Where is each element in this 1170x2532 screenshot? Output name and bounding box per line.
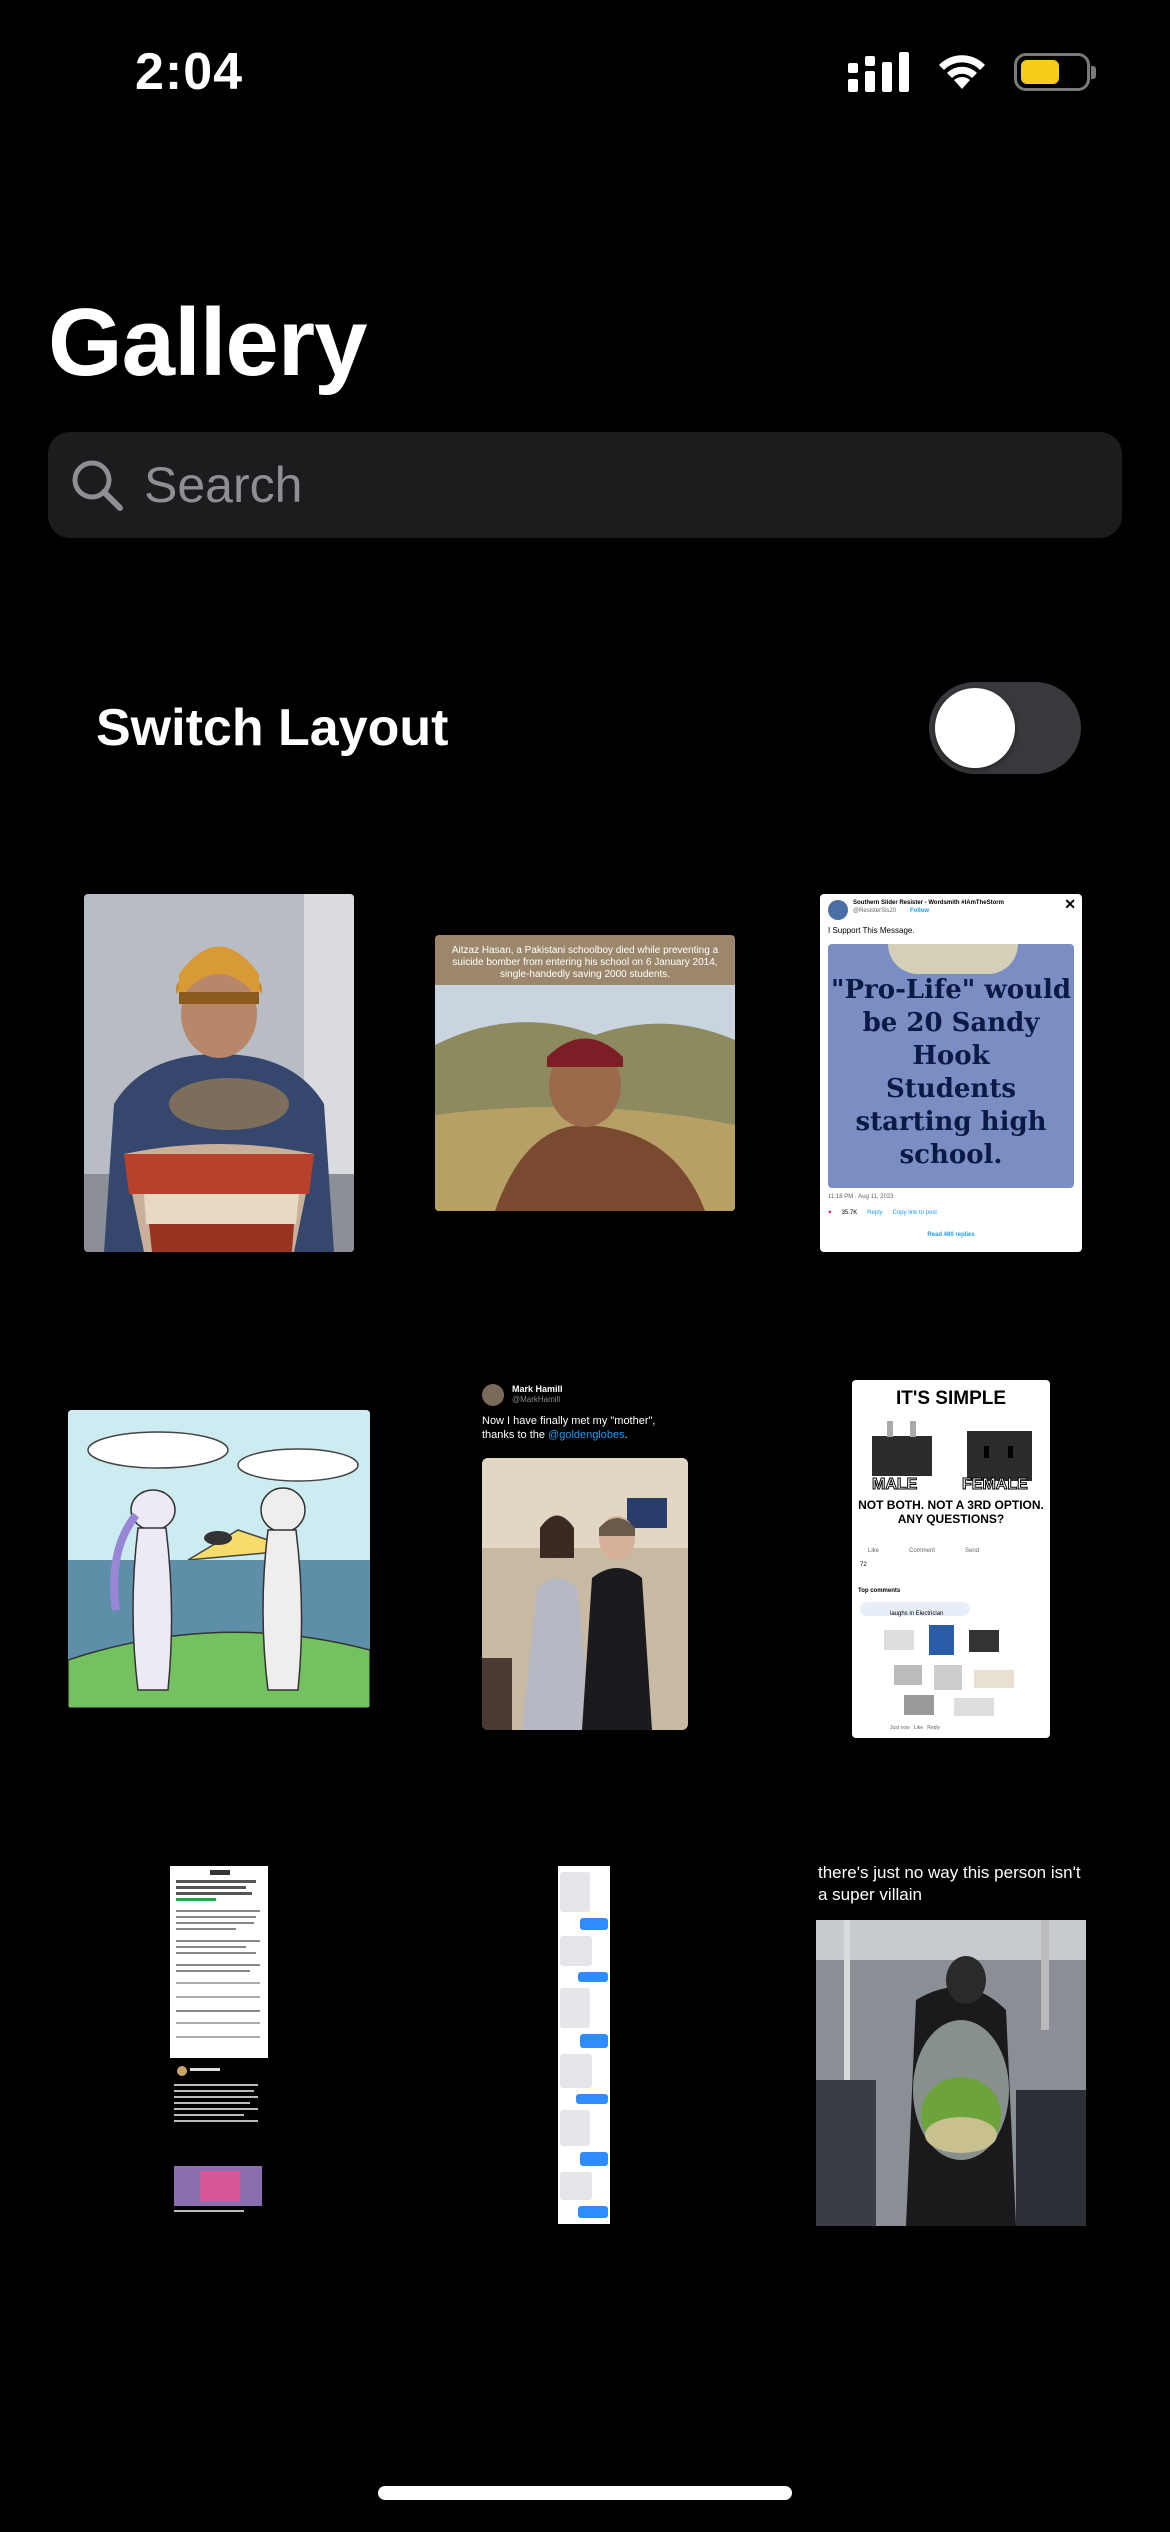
parts-image bbox=[884, 1625, 1014, 1716]
reactions-count: 72 bbox=[860, 1562, 867, 1568]
heart-icon[interactable]: ♥ bbox=[828, 1210, 832, 1216]
tweet-handle: @MarkHamill bbox=[512, 1395, 561, 1404]
shirt-line: starting high bbox=[855, 1107, 1047, 1137]
shirt-line: school. bbox=[899, 1140, 1003, 1170]
tweet-author: Mark Hamill bbox=[512, 1384, 563, 1394]
image-caption: there's just no way this person isn't a … bbox=[818, 1863, 1081, 1904]
meme-body: NOT BOTH. NOT A 3RD OPTION. ANY QUESTION… bbox=[858, 1498, 1044, 1526]
search-icon bbox=[72, 460, 123, 511]
avatar bbox=[828, 900, 848, 920]
tweet-text: I Support This Message. bbox=[828, 926, 915, 935]
top-comments-label: Top comments bbox=[858, 1588, 901, 1594]
meme-title: IT'S SIMPLE bbox=[895, 1388, 1007, 1409]
tweet-photo: "Pro-Life" would be 20 Sandy Hook Studen… bbox=[828, 944, 1074, 1188]
gallery-item-aquarium-backpack[interactable]: there's just no way this person isn't a … bbox=[816, 1860, 1086, 2226]
follow-link[interactable]: Follow bbox=[910, 908, 929, 914]
gallery-item-man-holding-cat[interactable] bbox=[84, 894, 354, 1252]
read-replies-button[interactable]: Read 480 replies bbox=[820, 1232, 1082, 1238]
mention-link[interactable]: @goldenglobes bbox=[548, 1429, 625, 1441]
send-button[interactable]: Send bbox=[965, 1548, 979, 1554]
copy-link-button[interactable]: Copy link to post bbox=[893, 1210, 937, 1216]
likes-count: 35.7K bbox=[841, 1210, 858, 1216]
status-bar: 2:04 bbox=[0, 0, 1170, 150]
battery-level-fill bbox=[1021, 60, 1059, 84]
tweet-text-end: . bbox=[624, 1429, 628, 1441]
gallery-item-comic-two-figures[interactable] bbox=[68, 1410, 370, 1708]
comment-button[interactable]: Comment bbox=[909, 1548, 935, 1554]
tweet-meta: 11:18 PM · Aug 11, 2023 bbox=[828, 1194, 894, 1200]
avatar bbox=[482, 1384, 504, 1406]
search-bar[interactable] bbox=[48, 432, 1122, 538]
switch-layout-row: Switch Layout bbox=[96, 680, 1081, 776]
thread-image bbox=[170, 1866, 268, 2222]
shirt-line: Students bbox=[886, 1074, 1016, 1104]
photo-image bbox=[84, 894, 354, 1252]
comment-reply: laughs in Electrician bbox=[860, 1602, 970, 1617]
switch-layout-toggle[interactable] bbox=[929, 682, 1081, 774]
gallery-item-aitzaz-hasan-meme[interactable]: Aitzaz Hasan, a Pakistani schoolboy died… bbox=[435, 935, 735, 1211]
gallery-item-chat-messages-screenshot[interactable] bbox=[558, 1866, 610, 2224]
photo-image bbox=[482, 1458, 688, 1730]
comic-image bbox=[68, 1410, 370, 1708]
photo-image bbox=[816, 1920, 1086, 2226]
reply-bubble-text: laughs in Electrician bbox=[890, 1611, 944, 1617]
like-button[interactable]: Like bbox=[868, 1548, 879, 1554]
gallery-item-mark-hamill-tweet[interactable]: Mark Hamill @MarkHamill Now I have final… bbox=[480, 1380, 690, 1730]
female-label: FEMALE bbox=[962, 1476, 1029, 1494]
gallery-item-pro-life-shirt-tweet[interactable]: Southern Slider Resister - Wordsmith #IA… bbox=[820, 894, 1082, 1252]
gallery-item-long-thread-screenshot[interactable] bbox=[170, 1866, 268, 2222]
tweet-author: Southern Slider Resister - Wordsmith #IA… bbox=[853, 900, 1004, 906]
battery-icon bbox=[1014, 53, 1096, 91]
meme-caption: Aitzaz Hasan, a Pakistani schoolboy died… bbox=[451, 945, 719, 980]
close-icon[interactable]: ✕ bbox=[1064, 896, 1076, 913]
wifi-icon bbox=[939, 55, 985, 89]
page-title: Gallery bbox=[48, 289, 368, 396]
toggle-knob bbox=[935, 688, 1015, 768]
shirt-line: be 20 Sandy Hook bbox=[862, 1008, 1040, 1071]
chat-image bbox=[558, 1866, 610, 2224]
home-indicator[interactable] bbox=[378, 2486, 792, 2500]
tweet-text: Now I have finally met my "mother", than… bbox=[482, 1414, 688, 1442]
status-icons bbox=[848, 52, 1096, 92]
switch-layout-label: Switch Layout bbox=[96, 699, 449, 757]
search-input[interactable] bbox=[142, 455, 1046, 515]
photo-image bbox=[435, 985, 735, 1211]
male-label: MALE bbox=[871, 1476, 918, 1494]
reply-button[interactable]: Reply bbox=[867, 1210, 882, 1216]
comment-footer: Just now Like Reply bbox=[890, 1725, 941, 1731]
cellular-signal-icon bbox=[848, 52, 909, 92]
gallery-item-its-simple-plug-meme[interactable]: IT'S SIMPLE MALE FEMALE NOT BOTH. NOT A … bbox=[852, 1380, 1050, 1738]
tweet-handle: @ResisterSis20 bbox=[853, 908, 897, 914]
shirt-line: "Pro-Life" would bbox=[830, 975, 1072, 1005]
status-time: 2:04 bbox=[135, 43, 244, 101]
